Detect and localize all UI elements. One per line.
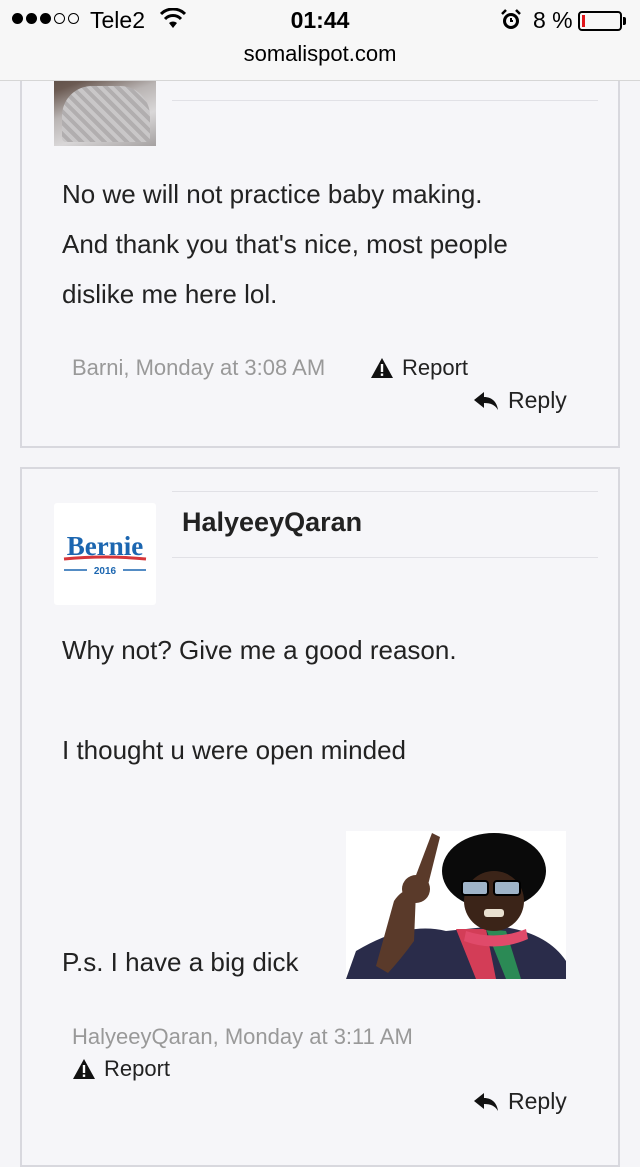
warning-icon	[371, 358, 393, 378]
battery-icon	[578, 11, 622, 31]
message-line: I thought u were open minded	[62, 735, 407, 765]
report-button[interactable]: Report	[72, 1056, 170, 1082]
reply-icon	[474, 1092, 498, 1111]
reply-label: Reply	[508, 387, 567, 413]
post-meta[interactable]: Barni, Monday at 3:08 AM	[72, 355, 325, 381]
meme-image	[346, 831, 566, 979]
status-bar: Tele2 01:44 8 %	[0, 0, 640, 40]
reply-button[interactable]: Reply	[472, 1088, 567, 1115]
battery-percentage: 8 %	[533, 7, 573, 33]
divider	[172, 557, 598, 558]
reply-label: Reply	[508, 1088, 567, 1114]
report-button[interactable]: Report	[370, 355, 468, 381]
top-bar: Tele2 01:44 8 % somalispot.com	[0, 0, 640, 81]
battery-level-fill	[582, 15, 585, 27]
url-bar[interactable]: somalispot.com	[0, 41, 640, 67]
message-line: No we will not practice baby making.	[62, 179, 483, 209]
warning-icon	[73, 1059, 95, 1079]
message-line: P.s. I have a big dick	[62, 947, 299, 977]
post-halyeeyqaran: Bernie 2016 HalyeeyQaran Why not? Give m…	[20, 467, 620, 1167]
reply-button[interactable]: Reply	[472, 387, 567, 414]
alarm-clock-icon	[501, 9, 521, 29]
logo-year: 2016	[94, 566, 117, 577]
report-label: Report	[402, 355, 469, 380]
bernie-logo: Bernie 2016	[63, 531, 147, 577]
divider	[172, 491, 598, 492]
post-meta[interactable]: HalyeeyQaran, Monday at 3:11 AM	[72, 1024, 413, 1050]
message-line: dislike me here lol.	[62, 279, 278, 309]
post-barni: No we will not practice baby making. And…	[20, 40, 620, 448]
username[interactable]: HalyeeyQaran	[182, 507, 362, 538]
message-line: And thank you that's nice, most people	[62, 229, 508, 259]
report-label: Report	[104, 1056, 171, 1081]
divider	[172, 100, 598, 101]
avatar-halyeeyqaran[interactable]: Bernie 2016	[54, 503, 156, 605]
message-line: Why not? Give me a good reason.	[62, 635, 457, 665]
reply-icon	[474, 391, 498, 410]
